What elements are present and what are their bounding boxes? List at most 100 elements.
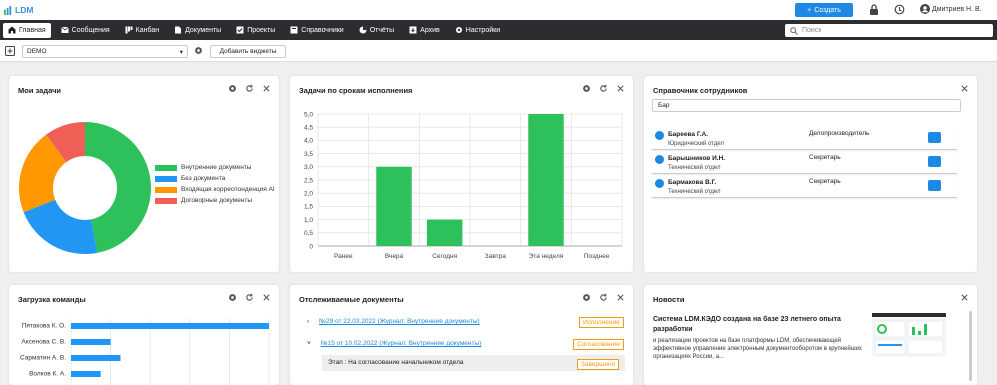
nav-item-reference[interactable]: Справочники: [285, 23, 348, 38]
nav-label: Документы: [185, 26, 222, 34]
search-placeholder: Поиск: [802, 27, 822, 34]
widget-team-load: Загрузка команды Пятакова К. О. Аксенова …: [9, 285, 279, 385]
widget-title: Загрузка команды: [18, 295, 86, 304]
tasks-donut-chart: [18, 122, 152, 254]
bar[interactable]: [71, 323, 269, 329]
widget-title: Мои задачи: [18, 86, 62, 95]
top-bar: LDM + Создать Дмитриев Н. В.: [0, 0, 997, 20]
add-widgets-button[interactable]: Добавить виджеты: [210, 45, 286, 58]
chevron-right-icon[interactable]: ›: [307, 318, 309, 325]
y-tick-label: 1,5: [304, 204, 313, 211]
nav-item-settings[interactable]: Настройки: [450, 23, 505, 38]
nav-item-home[interactable]: Главная: [3, 22, 51, 38]
employee-row[interactable]: Барышников И.Н. Технический отдел Секрет…: [652, 152, 957, 174]
avatar: [655, 155, 664, 164]
user-menu[interactable]: Дмитриев Н. В.: [920, 4, 982, 14]
user-name: Дмитриев Н. В.: [932, 5, 982, 13]
employee-row[interactable]: Бареева Г.А. Юридический отдел Делопроиз…: [652, 128, 957, 150]
close-icon[interactable]: [262, 293, 271, 302]
mail-icon[interactable]: [928, 132, 941, 143]
close-icon[interactable]: [616, 84, 625, 93]
bar[interactable]: [376, 166, 412, 246]
bar[interactable]: [528, 114, 564, 246]
gear-icon[interactable]: [582, 84, 591, 93]
close-icon[interactable]: [262, 84, 271, 93]
dashboard-select[interactable]: DEMO ▾: [22, 45, 188, 58]
nav-label: Канбан: [135, 26, 160, 34]
close-icon[interactable]: [616, 293, 625, 302]
employee-dept: Технический отдел: [668, 189, 721, 195]
employee-dept: Юридический отдел: [668, 141, 724, 147]
mail-icon[interactable]: [928, 180, 941, 191]
team-load-chart: Пятакова К. О. Аксенова С. В. Сарматин А. …: [20, 319, 270, 385]
avatar: [655, 131, 664, 140]
y-tick-label: 2,5: [304, 177, 313, 184]
nav-item-kanban[interactable]: Канбан: [120, 23, 164, 38]
lock-icon[interactable]: [869, 4, 879, 15]
dashboard-toolbar: DEMO ▾ Добавить виджеты: [0, 40, 997, 62]
refresh-icon[interactable]: [599, 84, 608, 93]
nav-item-projects[interactable]: Проекты: [231, 23, 280, 38]
legend-swatch: [155, 175, 177, 182]
gear-icon[interactable]: [228, 84, 237, 93]
bar[interactable]: [71, 339, 111, 345]
nav-item-archive[interactable]: Архив: [404, 23, 445, 38]
add-dashboard-icon[interactable]: [5, 45, 15, 56]
status-badge: Исполнение: [579, 317, 624, 328]
main-nav: Главная Сообщения Канбан Документы Проек…: [0, 20, 997, 40]
nav-label: Архив: [420, 26, 440, 34]
news-thumbnail[interactable]: [872, 313, 946, 357]
doc-link[interactable]: №29 от 22.03.2022 (Журнал: Внутренние до…: [319, 318, 480, 325]
news-headline[interactable]: Система LDM.КЭДО создана на базе 23 летн…: [653, 315, 868, 335]
doc-link[interactable]: №15 от 10.02.2022 (Журнал: Внутренние до…: [321, 340, 482, 347]
status-badge: Согласование: [573, 339, 624, 350]
bar[interactable]: [71, 355, 121, 361]
nav-label: Проекты: [247, 26, 276, 34]
employee-search-input[interactable]: Бар: [652, 99, 961, 112]
employee-row[interactable]: Бармакова В.Г. Технический отдел Секрета…: [652, 176, 957, 198]
history-icon[interactable]: [894, 4, 905, 15]
nav-item-documents[interactable]: Документы: [169, 23, 226, 38]
scrollbar[interactable]: [969, 311, 972, 381]
dashboard-select-value: DEMO: [27, 48, 47, 55]
refresh-icon[interactable]: [245, 293, 254, 302]
nav-label: Сообщения: [71, 26, 110, 34]
nav-item-messages[interactable]: Сообщения: [56, 23, 115, 38]
user-avatar-icon: [920, 4, 930, 14]
mail-icon[interactable]: [928, 156, 941, 167]
legend-label: Внутренние документы: [181, 164, 252, 171]
chevron-down-icon[interactable]: ˅: [307, 340, 311, 347]
y-tick-label: Аксенова С. В.: [21, 339, 66, 346]
gear-icon[interactable]: [228, 293, 237, 302]
donut-slice[interactable]: [85, 122, 152, 253]
widget-news: Новости Система LDM.КЭДО создана на базе…: [644, 285, 977, 385]
nav-item-reports[interactable]: Отчёты: [354, 23, 399, 38]
legend-label: Входящая корреспонденция AI: [181, 186, 275, 193]
bar[interactable]: [71, 371, 101, 377]
refresh-icon[interactable]: [599, 293, 608, 302]
legend-swatch: [155, 186, 177, 193]
y-tick-label: 0,5: [304, 230, 313, 237]
dashboard-settings-icon[interactable]: [194, 46, 203, 55]
documents-icon: [175, 26, 182, 34]
create-button[interactable]: + Создать: [795, 3, 853, 17]
create-label: Создать: [814, 6, 841, 14]
app-logo[interactable]: LDM: [4, 5, 33, 15]
y-tick-label: Волков К. А.: [29, 371, 66, 378]
employee-dept: Технический отдел: [668, 165, 721, 171]
widget-controls: [228, 84, 271, 93]
x-tick-label: Эта неделя: [529, 253, 564, 260]
bar[interactable]: [426, 219, 463, 246]
employee-position: Секретарь: [809, 154, 841, 161]
gear-icon[interactable]: [582, 293, 591, 302]
avatar: [655, 179, 664, 188]
search-input[interactable]: Поиск: [785, 24, 993, 37]
nav-label: Справочники: [301, 26, 344, 34]
employee-name: Барышников И.Н.: [668, 155, 726, 162]
refresh-icon[interactable]: [245, 84, 254, 93]
reports-icon: [359, 26, 367, 34]
archive-icon: [409, 26, 417, 34]
legend-label: Договорные документы: [181, 197, 253, 204]
close-icon[interactable]: [960, 84, 969, 93]
close-icon[interactable]: [960, 293, 969, 302]
